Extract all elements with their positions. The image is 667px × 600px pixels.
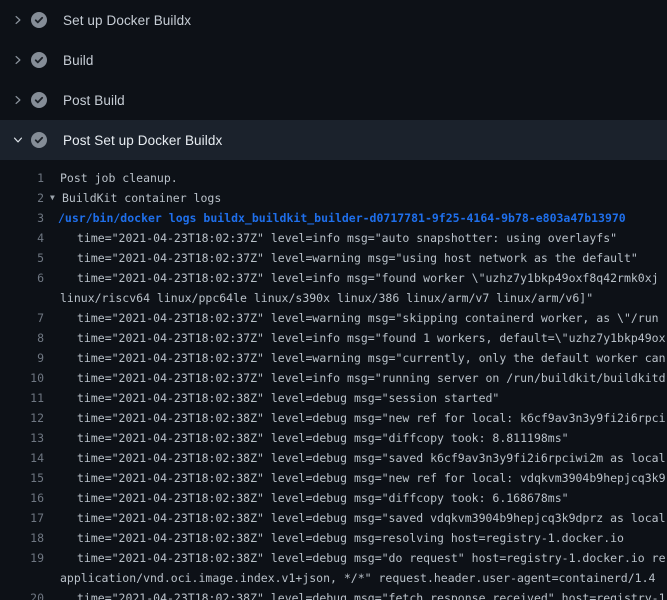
- chevron-right-icon: [13, 55, 23, 65]
- step-log-output: 1 Post job cleanup. 2 ▼ BuildKit contain…: [0, 160, 667, 600]
- line-number[interactable]: 15: [0, 468, 44, 488]
- chevron-down-icon: [13, 135, 23, 145]
- log-text: Post job cleanup.: [60, 168, 178, 188]
- success-check-icon: [31, 52, 47, 68]
- success-check-icon: [31, 132, 47, 148]
- log-text: time="2021-04-23T18:02:38Z" level=debug …: [77, 528, 624, 548]
- line-number[interactable]: [0, 288, 44, 308]
- log-line: 3 /usr/bin/docker logs buildx_buildkit_b…: [0, 208, 667, 228]
- log-line: 19 time="2021-04-23T18:02:38Z" level=deb…: [0, 548, 667, 568]
- log-line: 18 time="2021-04-23T18:02:38Z" level=deb…: [0, 528, 667, 548]
- step-label: Set up Docker Buildx: [63, 13, 191, 28]
- log-line: 15 time="2021-04-23T18:02:38Z" level=deb…: [0, 468, 667, 488]
- line-number[interactable]: 13: [0, 428, 44, 448]
- chevron-right-icon: [13, 95, 23, 105]
- log-text: time="2021-04-23T18:02:38Z" level=debug …: [77, 468, 666, 488]
- log-text: time="2021-04-23T18:02:37Z" level=info m…: [77, 268, 659, 288]
- line-number[interactable]: 14: [0, 448, 44, 468]
- log-line: 7 time="2021-04-23T18:02:37Z" level=warn…: [0, 308, 667, 328]
- log-text: time="2021-04-23T18:02:38Z" level=debug …: [77, 428, 569, 448]
- line-number[interactable]: 9: [0, 348, 44, 368]
- line-number[interactable]: 6: [0, 268, 44, 288]
- log-line: 5 time="2021-04-23T18:02:37Z" level=warn…: [0, 248, 667, 268]
- line-number[interactable]: 16: [0, 488, 44, 508]
- step-label: Post Build: [63, 93, 125, 108]
- line-number[interactable]: 17: [0, 508, 44, 528]
- group-expanded-icon: ▼: [50, 188, 62, 208]
- step-list: Set up Docker Buildx Build Post Build: [0, 0, 667, 160]
- log-line: 6 time="2021-04-23T18:02:37Z" level=info…: [0, 268, 667, 288]
- log-line: 16 time="2021-04-23T18:02:38Z" level=deb…: [0, 488, 667, 508]
- log-text: time="2021-04-23T18:02:38Z" level=debug …: [77, 508, 667, 528]
- line-number[interactable]: 8: [0, 328, 44, 348]
- step-header-build[interactable]: Build: [0, 40, 667, 80]
- log-line: 10 time="2021-04-23T18:02:37Z" level=inf…: [0, 368, 667, 388]
- step-label: Build: [63, 53, 94, 68]
- line-number[interactable]: [0, 568, 44, 588]
- chevron-right-icon: [13, 15, 23, 25]
- log-line: application/vnd.oci.image.index.v1+json,…: [0, 568, 667, 588]
- log-line: 11 time="2021-04-23T18:02:38Z" level=deb…: [0, 388, 667, 408]
- log-line: linux/riscv64 linux/ppc64le linux/s390x …: [0, 288, 667, 308]
- line-number[interactable]: 11: [0, 388, 44, 408]
- line-number[interactable]: 18: [0, 528, 44, 548]
- log-text: application/vnd.oci.image.index.v1+json,…: [60, 568, 655, 588]
- line-number[interactable]: 4: [0, 228, 44, 248]
- step-label: Post Set up Docker Buildx: [63, 133, 222, 148]
- step-header-post-set-up-docker-buildx[interactable]: Post Set up Docker Buildx: [0, 120, 667, 160]
- line-number[interactable]: 5: [0, 248, 44, 268]
- log-text: time="2021-04-23T18:02:37Z" level=warnin…: [77, 248, 638, 268]
- log-text: time="2021-04-23T18:02:38Z" level=debug …: [77, 448, 667, 468]
- log-text: time="2021-04-23T18:02:38Z" level=debug …: [77, 388, 499, 408]
- log-text: time="2021-04-23T18:02:38Z" level=debug …: [77, 408, 666, 428]
- log-text: time="2021-04-23T18:02:37Z" level=warnin…: [77, 348, 666, 368]
- line-number[interactable]: 12: [0, 408, 44, 428]
- log-line: 4 time="2021-04-23T18:02:37Z" level=info…: [0, 228, 667, 248]
- log-line: 2 ▼ BuildKit container logs: [0, 188, 667, 208]
- step-header-set-up-docker-buildx[interactable]: Set up Docker Buildx: [0, 0, 667, 40]
- log-text: time="2021-04-23T18:02:38Z" level=debug …: [77, 548, 666, 568]
- line-number[interactable]: 7: [0, 308, 44, 328]
- log-text: /usr/bin/docker logs buildx_buildkit_bui…: [58, 208, 626, 228]
- log-text: time="2021-04-23T18:02:37Z" level=info m…: [77, 328, 666, 348]
- log-line: 14 time="2021-04-23T18:02:38Z" level=deb…: [0, 448, 667, 468]
- line-number[interactable]: 3: [0, 208, 44, 228]
- log-text: time="2021-04-23T18:02:38Z" level=debug …: [77, 588, 666, 600]
- workflow-log-panel: Set up Docker Buildx Build Post Build: [0, 0, 667, 600]
- log-line: 13 time="2021-04-23T18:02:38Z" level=deb…: [0, 428, 667, 448]
- log-line: 20 time="2021-04-23T18:02:38Z" level=deb…: [0, 588, 667, 600]
- log-text: time="2021-04-23T18:02:37Z" level=info m…: [77, 228, 617, 248]
- log-text: linux/riscv64 linux/ppc64le linux/s390x …: [60, 288, 593, 308]
- success-check-icon: [31, 12, 47, 28]
- line-number[interactable]: 1: [0, 168, 44, 188]
- line-number[interactable]: 2: [0, 188, 44, 208]
- log-line: 9 time="2021-04-23T18:02:37Z" level=warn…: [0, 348, 667, 368]
- log-text: time="2021-04-23T18:02:37Z" level=warnin…: [77, 308, 659, 328]
- step-header-post-build[interactable]: Post Build: [0, 80, 667, 120]
- log-line: 8 time="2021-04-23T18:02:37Z" level=info…: [0, 328, 667, 348]
- line-number[interactable]: 20: [0, 588, 44, 600]
- success-check-icon: [31, 92, 47, 108]
- log-line: 12 time="2021-04-23T18:02:38Z" level=deb…: [0, 408, 667, 428]
- log-text: time="2021-04-23T18:02:37Z" level=info m…: [77, 368, 666, 388]
- log-text[interactable]: BuildKit container logs: [62, 188, 221, 208]
- line-number[interactable]: 19: [0, 548, 44, 568]
- line-number[interactable]: 10: [0, 368, 44, 388]
- log-line: 1 Post job cleanup.: [0, 168, 667, 188]
- log-line: 17 time="2021-04-23T18:02:38Z" level=deb…: [0, 508, 667, 528]
- log-text: time="2021-04-23T18:02:38Z" level=debug …: [77, 488, 569, 508]
